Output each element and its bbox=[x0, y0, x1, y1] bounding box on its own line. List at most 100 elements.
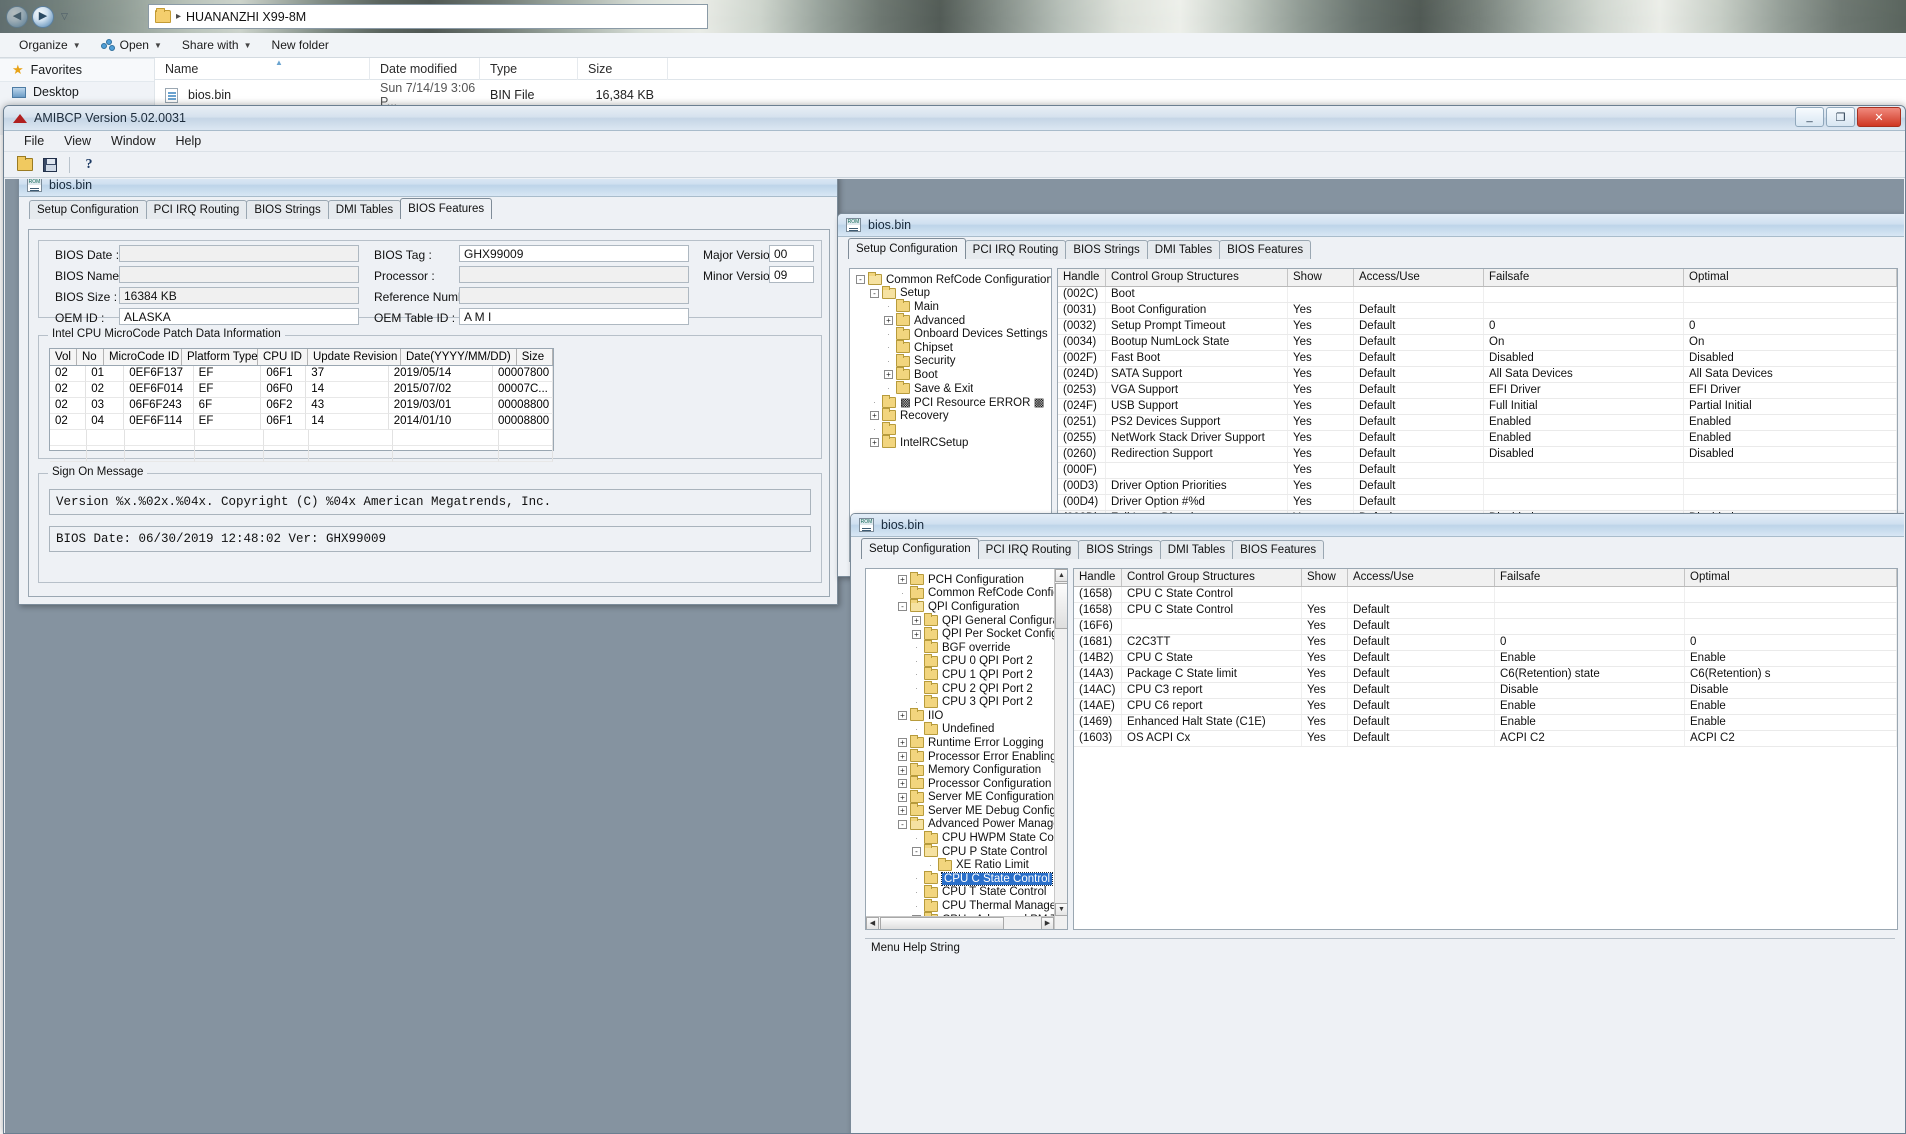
menu-window[interactable]: Window bbox=[101, 132, 165, 150]
table-row[interactable]: (14AE) CPU C6 report Yes Default Enable Enabl… bbox=[1074, 699, 1897, 715]
tree-item[interactable]: - Setup bbox=[856, 285, 1051, 301]
expand-icon[interactable]: + bbox=[884, 370, 893, 380]
tree-item[interactable]: + Runtime Error Logging bbox=[870, 735, 1056, 750]
table-row[interactable]: (0260) Redirection Support Yes Default Disab… bbox=[1058, 447, 1897, 463]
expand-icon[interactable]: + bbox=[912, 629, 921, 639]
tree-item[interactable]: · BGF override bbox=[870, 640, 1056, 655]
open-file-button[interactable] bbox=[14, 155, 36, 175]
microcode-row[interactable]: 02 02 0EF6F014 EF 06F0 14 2015/07/02 00007C... bbox=[50, 382, 553, 398]
table-row[interactable]: (1469) Enhanced Halt State (C1E) Yes Defaul… bbox=[1074, 715, 1897, 731]
address-bar[interactable]: ▸ HUANANZHI X99-8M bbox=[148, 4, 708, 29]
tree-item[interactable]: · Undefined bbox=[870, 721, 1056, 737]
tree-item[interactable]: · Onboard Devices Settings bbox=[856, 326, 1051, 341]
tabstrip-cstate[interactable]: Setup Configuration PCI IRQ Routing BIOS… bbox=[851, 537, 1904, 559]
tabstrip-boot[interactable]: Setup Configuration PCI IRQ Routing BIOS… bbox=[838, 237, 1904, 259]
tree-item[interactable]: + Boot bbox=[856, 367, 1051, 382]
expand-icon[interactable]: + bbox=[898, 738, 907, 748]
tree-item[interactable]: · CPU 3 QPI Port 2 bbox=[870, 694, 1056, 709]
tab-dmi-tables[interactable]: DMI Tables bbox=[327, 200, 402, 219]
tree-item[interactable]: · Security bbox=[856, 353, 1051, 369]
tree-horizontal-scrollbar[interactable]: ◀ ▶ bbox=[866, 916, 1054, 929]
scroll-left-button[interactable]: ◀ bbox=[866, 917, 879, 929]
minimize-button[interactable]: _ bbox=[1795, 107, 1824, 127]
expand-icon[interactable]: + bbox=[898, 765, 907, 775]
tab-pci-irq-routing[interactable]: PCI IRQ Routing bbox=[964, 240, 1067, 259]
tab-setup-configuration[interactable]: Setup Configuration bbox=[848, 238, 966, 259]
table-row[interactable]: (14AC) CPU C3 report Yes Default Disable Disa… bbox=[1074, 683, 1897, 699]
table-row[interactable]: (1681) C2C3TT Yes Default 0 0 bbox=[1074, 635, 1897, 651]
collapse-icon[interactable]: - bbox=[870, 288, 879, 298]
expand-icon[interactable]: + bbox=[898, 792, 907, 802]
help-button[interactable]: ? bbox=[78, 155, 100, 175]
expand-icon[interactable]: + bbox=[898, 806, 907, 816]
tab-dmi-tables[interactable]: DMI Tables bbox=[1159, 540, 1234, 559]
column-header-size[interactable]: Size bbox=[578, 57, 668, 80]
maximize-button[interactable]: ❐ bbox=[1826, 107, 1855, 127]
tree-item[interactable]: · CPU Thermal Managemen bbox=[870, 898, 1056, 913]
major-version-input[interactable]: 00 bbox=[769, 245, 814, 262]
table-row[interactable]: (14B2) CPU C State Yes Default Enable Enable bbox=[1074, 651, 1897, 667]
bios-name-input[interactable] bbox=[119, 266, 359, 283]
table-row[interactable]: (0031) Boot Configuration Yes Default bbox=[1058, 303, 1897, 319]
setup-tree-cstate[interactable]: + PCH Configuration · Common RefCode Config… bbox=[865, 568, 1068, 930]
microcode-row[interactable] bbox=[50, 446, 554, 462]
table-row[interactable]: (0034) Bootup NumLock State Yes Default On On bbox=[1058, 335, 1897, 351]
tab-bios-features[interactable]: BIOS Features bbox=[1219, 240, 1312, 259]
expand-icon[interactable]: + bbox=[898, 711, 907, 721]
reference-number-input[interactable] bbox=[459, 287, 689, 304]
table-row[interactable]: (024F) USB Support Yes Default Full Initial P… bbox=[1058, 399, 1897, 415]
tree-item[interactable]: + QPI Per Socket Configura bbox=[870, 626, 1056, 641]
column-header-type[interactable]: Type bbox=[480, 57, 578, 80]
child-window-cpu-c-state[interactable]: bios.bin Setup Configuration PCI IRQ Rou… bbox=[850, 513, 1904, 1133]
close-button[interactable]: ✕ bbox=[1857, 107, 1901, 127]
hscroll-thumb[interactable] bbox=[880, 917, 1004, 929]
scroll-down-button[interactable]: ▼ bbox=[1055, 903, 1067, 916]
table-row[interactable]: (1603) OS ACPI Cx Yes Default ACPI C2 ACPI C2 bbox=[1074, 731, 1897, 747]
tree-item[interactable]: · Main bbox=[856, 299, 1051, 314]
microcode-table[interactable]: Vol No MicroCode ID Platform Type CPU ID… bbox=[49, 348, 554, 462]
minor-version-input[interactable]: 09 bbox=[769, 266, 814, 283]
table-row[interactable]: (0253) VGA Support Yes Default EFI Driver EFI… bbox=[1058, 383, 1897, 399]
tab-dmi-tables[interactable]: DMI Tables bbox=[1146, 240, 1221, 259]
tab-bios-features[interactable]: BIOS Features bbox=[1232, 540, 1325, 559]
tree-item[interactable]: + Memory Configuration bbox=[870, 762, 1056, 777]
tab-setup-configuration[interactable]: Setup Configuration bbox=[861, 538, 979, 559]
tree-item[interactable]: + Recovery bbox=[856, 408, 1051, 423]
collapse-icon[interactable]: - bbox=[898, 819, 907, 829]
signon-message-line1[interactable]: Version %x.%02x.%04x. Copyright (C) %04x… bbox=[49, 489, 811, 515]
expand-icon[interactable]: + bbox=[884, 316, 893, 326]
tree-vertical-scrollbar[interactable]: ▲ ▼ bbox=[1054, 569, 1067, 929]
back-icon[interactable]: ◀ bbox=[6, 5, 28, 28]
sidebar-item-favorites[interactable]: ★ Favorites bbox=[0, 58, 154, 82]
tree-item[interactable]: · Save & Exit bbox=[856, 381, 1051, 396]
forward-icon[interactable]: ▶ bbox=[32, 5, 54, 28]
signon-message-line2[interactable]: BIOS Date: 06/30/2019 12:48:02 Ver: GHX9… bbox=[49, 526, 811, 552]
tree-item[interactable]: · CPU T State Control bbox=[870, 884, 1056, 900]
microcode-row[interactable]: 02 04 0EF6F114 EF 06F1 14 2014/01/10 00008800 bbox=[50, 414, 553, 430]
tree-item[interactable]: · CPU 2 QPI Port 2 bbox=[870, 681, 1056, 696]
expand-icon[interactable]: + bbox=[898, 575, 907, 585]
bios-size-input[interactable]: 16384 KB bbox=[119, 287, 359, 304]
tab-pci-irq-routing[interactable]: PCI IRQ Routing bbox=[977, 540, 1080, 559]
expand-icon[interactable]: + bbox=[912, 616, 921, 626]
tree-item[interactable]: · CPU 1 QPI Port 2 bbox=[870, 667, 1056, 682]
tree-item[interactable]: - Advanced Power Manageme bbox=[870, 816, 1056, 832]
open-button[interactable]: Open ▼ bbox=[92, 35, 171, 55]
scroll-right-button[interactable]: ▶ bbox=[1041, 917, 1054, 929]
oem-table-id-input[interactable]: A M I bbox=[459, 308, 689, 325]
tree-item[interactable]: - CPU P State Control bbox=[870, 844, 1056, 859]
tree-item[interactable]: + Processor Configuration bbox=[870, 776, 1056, 791]
tab-bios-features[interactable]: BIOS Features bbox=[400, 198, 493, 219]
table-row[interactable]: (14A3) Package C State limit Yes Default C6(… bbox=[1074, 667, 1897, 683]
save-file-button[interactable] bbox=[39, 155, 61, 175]
table-row[interactable]: (000F) YesDefault bbox=[1058, 463, 1897, 479]
microcode-row[interactable] bbox=[50, 430, 554, 446]
explorer-nav-buttons[interactable]: ◀ ▶ ▽ bbox=[0, 0, 71, 33]
tree-item[interactable]: + IIO bbox=[870, 708, 1056, 723]
table-row[interactable]: (0255) NetWork Stack Driver Support Yes Def… bbox=[1058, 431, 1897, 447]
expand-icon[interactable]: + bbox=[870, 411, 879, 421]
control-group-grid-cstate[interactable]: Handle Control Group Structures Show Acc… bbox=[1073, 568, 1898, 930]
tab-bios-strings[interactable]: BIOS Strings bbox=[1078, 540, 1161, 559]
tree-item[interactable]: · CPU HWPM State Control bbox=[870, 830, 1056, 845]
bios-date-input[interactable] bbox=[119, 245, 359, 262]
